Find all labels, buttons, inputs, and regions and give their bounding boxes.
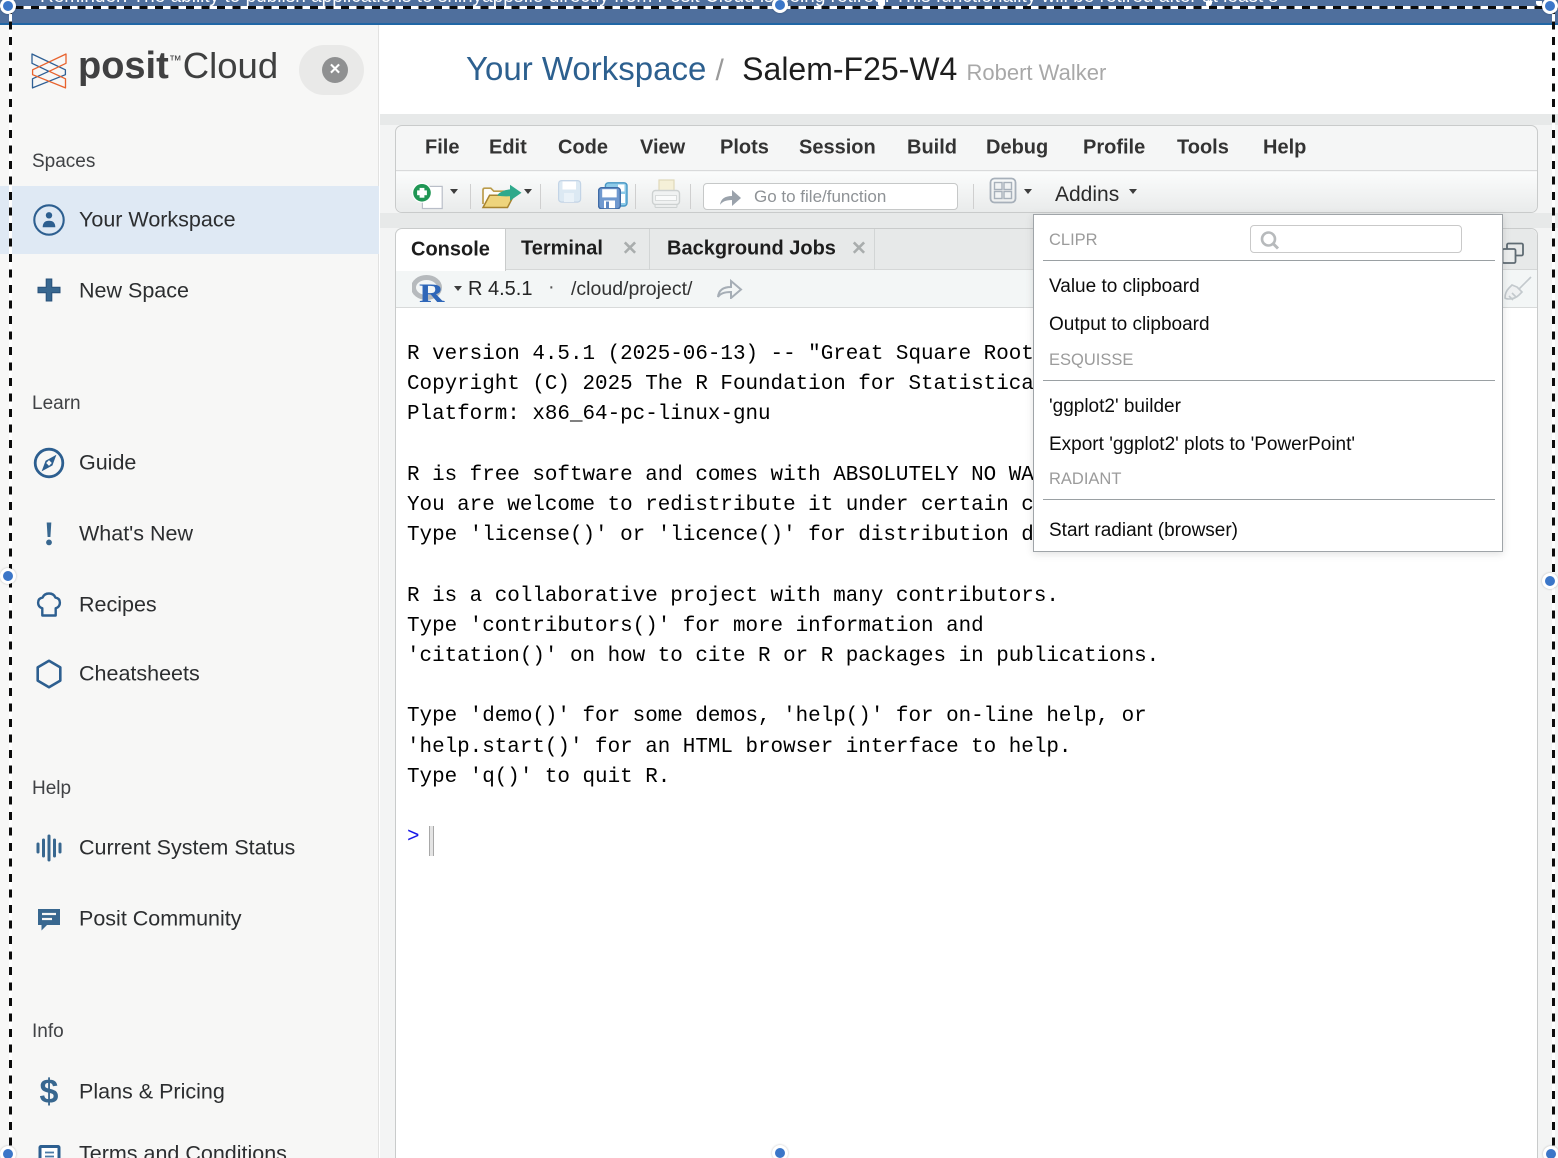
svg-text:R: R: [419, 278, 445, 306]
